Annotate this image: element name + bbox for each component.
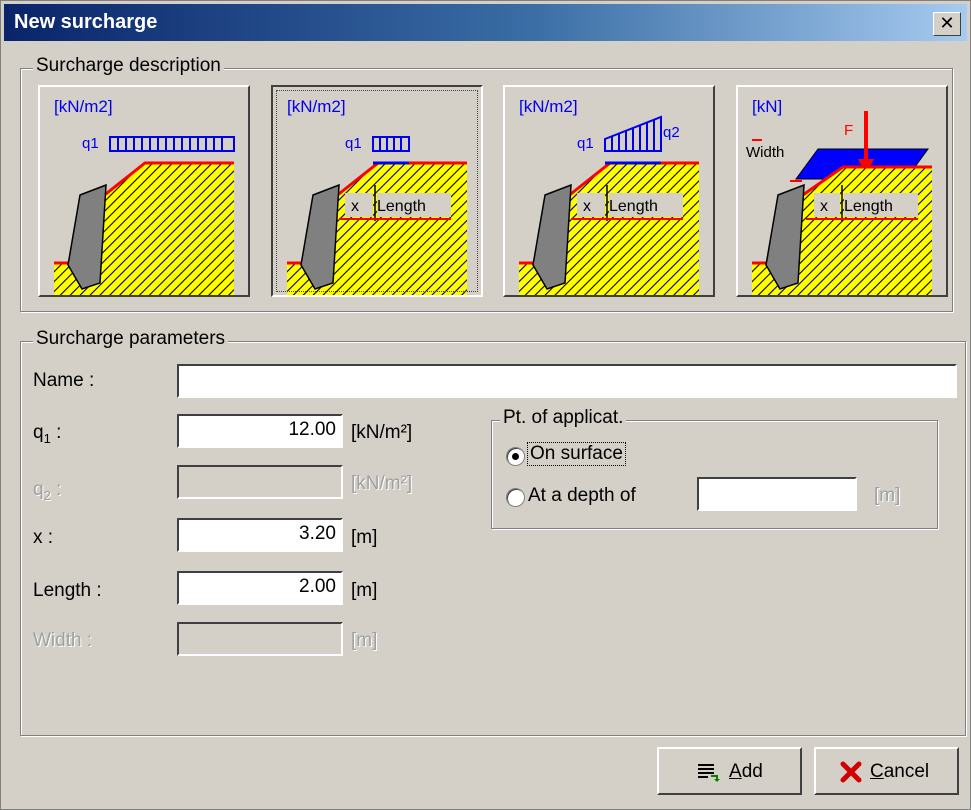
q2-input (177, 465, 343, 499)
close-button[interactable]: ✕ (933, 12, 961, 36)
at-depth-label[interactable]: At a depth of (528, 485, 636, 507)
cancel-button[interactable]: Cancel (814, 747, 959, 795)
length-label: Length (609, 198, 658, 215)
q1-label-main: q (33, 422, 44, 443)
on-surface-radio[interactable] (506, 447, 525, 466)
trapezoidal-surcharge-icon: q1 q2 x Length (519, 115, 699, 295)
concentrated-surcharge-icon: F Width x Length (746, 111, 932, 295)
q2-label: q2 (663, 124, 680, 141)
cancel-rest: ancel (883, 761, 930, 782)
add-button[interactable]: Add (657, 747, 802, 795)
red-x-icon (840, 761, 862, 783)
cancel-button-label: Cancel (870, 761, 929, 783)
length-label: Length (377, 198, 426, 215)
q2-label-main: q (33, 479, 44, 500)
q1-unit: [kN/m²] (351, 422, 413, 443)
width-label: Width : (33, 630, 93, 651)
width-input (177, 622, 343, 656)
add-accel: A (729, 761, 742, 782)
q1-label-tail: : (50, 422, 62, 443)
add-button-label: Add (729, 761, 763, 783)
x-label: x (351, 198, 359, 215)
surcharge-description-group: Surcharge description [kN/m2] q1 [kN/m2]… (20, 55, 953, 312)
q1-label: q1 (345, 135, 362, 152)
title-bar[interactable]: New surcharge ✕ (4, 4, 967, 41)
window-title: New surcharge (14, 11, 158, 33)
surcharge-type-trapezoidal-button[interactable]: [kN/m2] q1 q2 x Length (503, 85, 715, 297)
surcharge-type-strip-button[interactable]: [kN/m2] q1 x Length (271, 85, 483, 297)
x-label: x (583, 198, 591, 215)
q1-label-sub: 1 (43, 430, 51, 446)
on-surface-label[interactable]: On surface (527, 442, 626, 466)
surcharge-parameters-group: Surcharge parameters Name : q1 : 12.00 [… (20, 328, 966, 736)
q1-input[interactable]: 12.00 (177, 414, 343, 448)
x-input[interactable]: 3.20 (177, 518, 343, 552)
length-label: Length (844, 198, 893, 215)
depth-input[interactable] (697, 477, 857, 511)
width-label: Width (746, 144, 784, 161)
surcharge-parameters-label: Surcharge parameters (33, 328, 229, 350)
q2-label: q2 : (33, 479, 61, 503)
strip-surcharge-icon: q1 x Length (287, 135, 467, 295)
point-of-application-group: Pt. of applicat. On surface At a depth o… (491, 407, 938, 529)
uniform-surcharge-icon: q1 (54, 135, 235, 295)
radio-dot-icon (512, 453, 519, 460)
length-label: Length : (33, 580, 102, 601)
q1-label: q1 : (33, 422, 61, 446)
add-rest: dd (741, 761, 763, 782)
q2-label-sub: 2 (43, 487, 51, 503)
x-label: x : (33, 527, 54, 548)
q1-label: q1 (577, 135, 594, 152)
at-depth-radio[interactable] (506, 488, 525, 507)
x-label: x (820, 198, 828, 215)
length-input[interactable]: 2.00 (177, 571, 343, 605)
q2-unit: [kN/m²] (351, 473, 413, 494)
q1-label: q1 (82, 135, 99, 152)
name-input[interactable] (177, 364, 957, 398)
length-unit: [m] (351, 580, 378, 601)
surcharge-description-label: Surcharge description (33, 55, 224, 77)
depth-unit: [m] (874, 485, 901, 506)
surcharge-type-uniform-button[interactable]: [kN/m2] q1 (38, 85, 250, 297)
add-list-icon (698, 764, 720, 782)
name-label: Name : (33, 370, 95, 391)
new-surcharge-dialog: New surcharge ✕ Surcharge description [k… (0, 0, 971, 810)
unit-label: [kN/m2] (287, 97, 346, 116)
force-label: F (844, 122, 853, 139)
width-unit: [m] (351, 630, 378, 651)
surcharge-type-concentrated-button[interactable]: [kN] F Width x Length (736, 85, 948, 297)
q2-label-tail: : (50, 479, 62, 500)
close-icon: ✕ (939, 13, 955, 34)
x-unit: [m] (351, 527, 378, 548)
cancel-accel: C (870, 761, 884, 782)
point-of-application-label: Pt. of applicat. (500, 407, 627, 429)
